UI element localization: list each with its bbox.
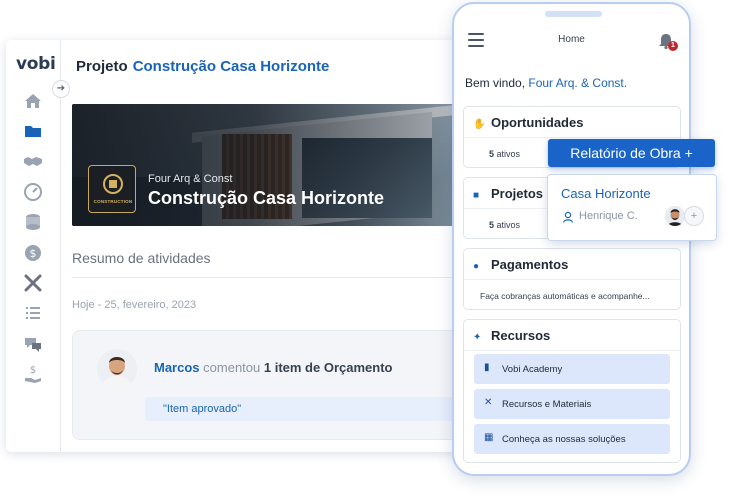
activity-user[interactable]: Marcos xyxy=(154,360,200,375)
card-count-suffix: ativos xyxy=(496,220,521,230)
coins-icon[interactable] xyxy=(22,211,44,233)
chat-icon[interactable] xyxy=(22,333,44,355)
user-icon xyxy=(562,210,574,223)
welcome-lead: Bem vindo, xyxy=(465,76,526,90)
company-logo-mark-icon xyxy=(103,174,123,194)
grid-icon: ▦ xyxy=(484,432,494,443)
resources-card: ✦ Recursos ▮ Vobi Academy ✕ Recursos e Mate… xyxy=(463,319,681,463)
banner-company: Four Arq & Const xyxy=(148,173,233,185)
money-bag-icon: ● xyxy=(473,261,480,272)
dollar-icon[interactable]: $ xyxy=(22,242,44,264)
svg-text:$: $ xyxy=(30,365,36,376)
activity-object[interactable]: 1 item de Orçamento xyxy=(264,360,393,375)
project-banner: CONSTRUCTION Four Arq & Const Construção… xyxy=(72,104,466,226)
book-icon: ▮ xyxy=(484,362,490,373)
tools-icon[interactable] xyxy=(22,272,44,294)
payments-card[interactable]: ● Pagamentos Faça cobranças automáticas e… xyxy=(463,248,681,310)
card-count-suffix: ativos xyxy=(496,149,521,159)
avatar xyxy=(97,349,137,389)
handshake-icon: ✋ xyxy=(473,119,486,130)
divider xyxy=(72,277,466,278)
activity-section-title: Resumo de atividades xyxy=(72,250,211,266)
main-content: Projeto Construção Casa Horizonte CONSTRU… xyxy=(61,40,466,452)
desktop-window: vobi $ $ ➔ Projeto Construção Casa Horiz… xyxy=(6,40,466,452)
handshake-icon[interactable] xyxy=(22,150,44,172)
card-title: Oportunidades xyxy=(491,115,584,130)
card-count: 5 xyxy=(489,220,495,230)
resource-item-solutions[interactable]: ▦ Conheça as nossas soluções xyxy=(474,424,670,454)
card-count: 5 xyxy=(489,149,495,159)
project-popup[interactable]: Casa Horizonte Henrique C. + xyxy=(547,174,717,241)
activity-item[interactable]: Marcos comentou 1 item de Orçamento "Ite… xyxy=(72,330,466,440)
svg-text:$: $ xyxy=(30,247,37,260)
popup-project-title[interactable]: Casa Horizonte xyxy=(561,186,651,201)
project-name[interactable]: Construção Casa Horizonte xyxy=(133,58,330,75)
sidebar: vobi $ $ xyxy=(6,40,61,452)
arrow-right-icon: ➔ xyxy=(56,83,66,94)
sparkle-icon: ✦ xyxy=(473,332,482,343)
card-title: Recursos xyxy=(491,328,551,343)
activity-text: Marcos comentou 1 item de Orçamento xyxy=(154,360,392,375)
avatar xyxy=(665,206,685,226)
sidebar-collapse-button[interactable]: ➔ xyxy=(52,80,70,98)
company-logo-caption: CONSTRUCTION xyxy=(93,199,133,204)
activity-quote: "Item aprovado" xyxy=(145,397,466,421)
phone-notch xyxy=(545,11,602,17)
report-button[interactable]: Relatório de Obra + xyxy=(548,139,715,167)
folder-icon[interactable] xyxy=(22,120,44,142)
notification-badge: 1 xyxy=(668,41,678,51)
resource-item-vobi-academy[interactable]: ▮ Vobi Academy xyxy=(474,354,670,384)
home-icon[interactable] xyxy=(22,90,44,112)
app-logo[interactable]: vobi xyxy=(16,54,56,74)
page-title: Projeto Construção Casa Horizonte xyxy=(76,58,329,75)
mobile-header-title: Home xyxy=(558,34,585,45)
money-hand-icon[interactable]: $ xyxy=(22,363,44,385)
activity-verb: comentou xyxy=(203,360,261,375)
company-logo: CONSTRUCTION xyxy=(88,165,136,213)
folder-icon: ■ xyxy=(473,190,480,201)
payments-description: Faça cobranças automáticas e acompanhe..… xyxy=(480,291,650,301)
page-title-lead: Projeto xyxy=(76,58,128,75)
welcome-text: Bem vindo, Four Arq. & Const. xyxy=(465,76,627,90)
welcome-company[interactable]: Four Arq. & Const. xyxy=(528,76,627,90)
tools-icon: ✕ xyxy=(484,397,493,408)
banner-title: Construção Casa Horizonte xyxy=(148,188,385,208)
add-member-button[interactable]: + xyxy=(684,206,704,226)
gauge-icon[interactable] xyxy=(22,181,44,203)
card-title: Projetos e xyxy=(491,186,554,201)
list-icon[interactable] xyxy=(22,302,44,324)
card-title: Pagamentos xyxy=(491,257,569,272)
activity-date: Hoje - 25, fevereiro, 2023 xyxy=(72,299,197,311)
resource-item-materials[interactable]: ✕ Recursos e Materiais xyxy=(474,389,670,419)
popup-user-name: Henrique C. xyxy=(579,210,638,222)
